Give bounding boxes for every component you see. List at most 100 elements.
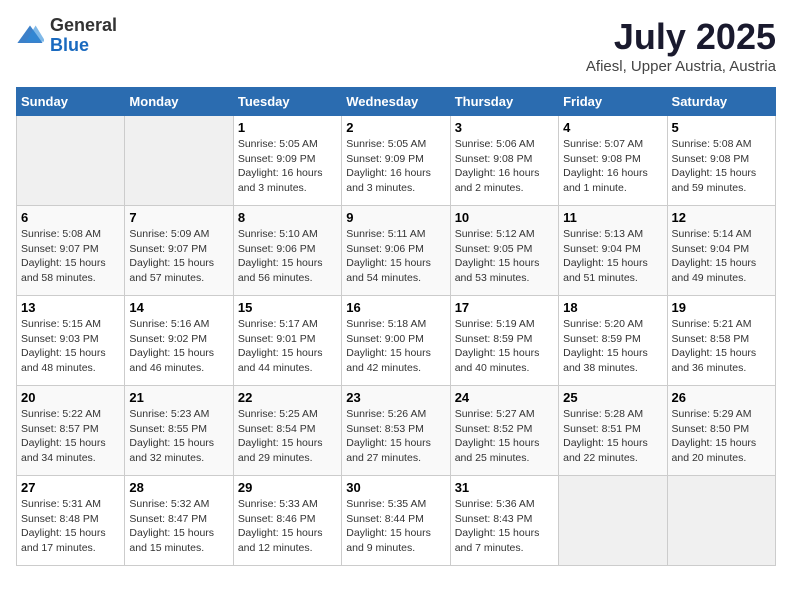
day-detail: Sunrise: 5:18 AM Sunset: 9:00 PM Dayligh… xyxy=(346,317,445,376)
calendar-header-row: SundayMondayTuesdayWednesdayThursdayFrid… xyxy=(17,88,776,116)
day-cell: 20 Sunrise: 5:22 AM Sunset: 8:57 PM Dayli… xyxy=(17,386,125,476)
day-detail: Sunrise: 5:08 AM Sunset: 9:08 PM Dayligh… xyxy=(672,137,771,196)
day-cell: 31Sunrise: 5:36 AM Sunset: 8:43 PM Dayli… xyxy=(450,476,558,566)
day-detail: Sunrise: 5:29 AM Sunset: 8:50 PM Dayligh… xyxy=(672,407,771,466)
week-row-4: 27 Sunrise: 5:31 AM Sunset: 8:48 PM Dayli… xyxy=(17,476,776,566)
day-cell: 30 Sunrise: 5:35 AM Sunset: 8:44 PM Dayli… xyxy=(342,476,450,566)
calendar-table: SundayMondayTuesdayWednesdayThursdayFrid… xyxy=(16,87,776,566)
logo-icon xyxy=(16,22,44,50)
header-saturday: Saturday xyxy=(667,88,775,116)
day-cell: 23 Sunrise: 5:26 AM Sunset: 8:53 PM Dayli… xyxy=(342,386,450,476)
day-number: 26 xyxy=(672,390,771,405)
day-cell: 16 Sunrise: 5:18 AM Sunset: 9:00 PM Dayli… xyxy=(342,296,450,386)
day-detail: Sunrise: 5:15 AM Sunset: 9:03 PM Dayligh… xyxy=(21,317,120,376)
day-detail: Sunrise: 5:26 AM Sunset: 8:53 PM Dayligh… xyxy=(346,407,445,466)
day-cell: 18 Sunrise: 5:20 AM Sunset: 8:59 PM Dayli… xyxy=(559,296,667,386)
calendar-title: July 2025 xyxy=(586,16,776,58)
day-detail: Sunrise: 5:20 AM Sunset: 8:59 PM Dayligh… xyxy=(563,317,662,376)
day-detail: Sunrise: 5:07 AM Sunset: 9:08 PM Dayligh… xyxy=(563,137,662,196)
day-detail: Sunrise: 5:21 AM Sunset: 8:58 PM Dayligh… xyxy=(672,317,771,376)
day-number: 7 xyxy=(129,210,228,225)
day-cell: 15 Sunrise: 5:17 AM Sunset: 9:01 PM Dayli… xyxy=(233,296,341,386)
day-number: 28 xyxy=(129,480,228,495)
day-cell: 28 Sunrise: 5:32 AM Sunset: 8:47 PM Dayli… xyxy=(125,476,233,566)
day-cell: 1Sunrise: 5:05 AM Sunset: 9:09 PM Daylig… xyxy=(233,116,341,206)
day-cell xyxy=(667,476,775,566)
day-cell: 2Sunrise: 5:05 AM Sunset: 9:09 PM Daylig… xyxy=(342,116,450,206)
day-cell: 10 Sunrise: 5:12 AM Sunset: 9:05 PM Dayli… xyxy=(450,206,558,296)
day-cell: 14 Sunrise: 5:16 AM Sunset: 9:02 PM Dayli… xyxy=(125,296,233,386)
day-number: 18 xyxy=(563,300,662,315)
day-cell: 11Sunrise: 5:13 AM Sunset: 9:04 PM Dayli… xyxy=(559,206,667,296)
day-detail: Sunrise: 5:19 AM Sunset: 8:59 PM Dayligh… xyxy=(455,317,554,376)
day-number: 21 xyxy=(129,390,228,405)
day-cell: 29 Sunrise: 5:33 AM Sunset: 8:46 PM Dayli… xyxy=(233,476,341,566)
day-cell: 26 Sunrise: 5:29 AM Sunset: 8:50 PM Dayli… xyxy=(667,386,775,476)
logo: General Blue xyxy=(16,16,117,56)
day-detail: Sunrise: 5:28 AM Sunset: 8:51 PM Dayligh… xyxy=(563,407,662,466)
header-tuesday: Tuesday xyxy=(233,88,341,116)
day-number: 19 xyxy=(672,300,771,315)
day-cell: 13 Sunrise: 5:15 AM Sunset: 9:03 PM Dayli… xyxy=(17,296,125,386)
day-number: 25 xyxy=(563,390,662,405)
day-detail: Sunrise: 5:05 AM Sunset: 9:09 PM Dayligh… xyxy=(346,137,445,196)
day-number: 6 xyxy=(21,210,120,225)
day-number: 29 xyxy=(238,480,337,495)
day-number: 9 xyxy=(346,210,445,225)
day-cell: 19 Sunrise: 5:21 AM Sunset: 8:58 PM Dayli… xyxy=(667,296,775,386)
day-number: 13 xyxy=(21,300,120,315)
day-detail: Sunrise: 5:06 AM Sunset: 9:08 PM Dayligh… xyxy=(455,137,554,196)
day-cell: 12 Sunrise: 5:14 AM Sunset: 9:04 PM Dayli… xyxy=(667,206,775,296)
day-detail: Sunrise: 5:35 AM Sunset: 8:44 PM Dayligh… xyxy=(346,497,445,556)
day-number: 30 xyxy=(346,480,445,495)
week-row-0: 1Sunrise: 5:05 AM Sunset: 9:09 PM Daylig… xyxy=(17,116,776,206)
week-row-3: 20 Sunrise: 5:22 AM Sunset: 8:57 PM Dayli… xyxy=(17,386,776,476)
day-number: 16 xyxy=(346,300,445,315)
page-header: General Blue July 2025 Afiesl, Upper Aus… xyxy=(16,16,776,75)
day-detail: Sunrise: 5:12 AM Sunset: 9:05 PM Dayligh… xyxy=(455,227,554,286)
header-sunday: Sunday xyxy=(17,88,125,116)
day-number: 8 xyxy=(238,210,337,225)
day-detail: Sunrise: 5:25 AM Sunset: 8:54 PM Dayligh… xyxy=(238,407,337,466)
day-detail: Sunrise: 5:31 AM Sunset: 8:48 PM Dayligh… xyxy=(21,497,120,556)
day-number: 14 xyxy=(129,300,228,315)
logo-blue-text: Blue xyxy=(50,36,117,56)
header-friday: Friday xyxy=(559,88,667,116)
day-number: 12 xyxy=(672,210,771,225)
day-cell: 6 Sunrise: 5:08 AM Sunset: 9:07 PM Daylig… xyxy=(17,206,125,296)
day-number: 27 xyxy=(21,480,120,495)
day-cell: 24Sunrise: 5:27 AM Sunset: 8:52 PM Dayli… xyxy=(450,386,558,476)
header-thursday: Thursday xyxy=(450,88,558,116)
day-detail: Sunrise: 5:10 AM Sunset: 9:06 PM Dayligh… xyxy=(238,227,337,286)
day-number: 10 xyxy=(455,210,554,225)
day-cell: 8 Sunrise: 5:10 AM Sunset: 9:06 PM Daylig… xyxy=(233,206,341,296)
day-detail: Sunrise: 5:32 AM Sunset: 8:47 PM Dayligh… xyxy=(129,497,228,556)
week-row-2: 13 Sunrise: 5:15 AM Sunset: 9:03 PM Dayli… xyxy=(17,296,776,386)
day-number: 20 xyxy=(21,390,120,405)
day-detail: Sunrise: 5:14 AM Sunset: 9:04 PM Dayligh… xyxy=(672,227,771,286)
day-detail: Sunrise: 5:33 AM Sunset: 8:46 PM Dayligh… xyxy=(238,497,337,556)
day-detail: Sunrise: 5:08 AM Sunset: 9:07 PM Dayligh… xyxy=(21,227,120,286)
day-detail: Sunrise: 5:36 AM Sunset: 8:43 PM Dayligh… xyxy=(455,497,554,556)
day-detail: Sunrise: 5:17 AM Sunset: 9:01 PM Dayligh… xyxy=(238,317,337,376)
header-monday: Monday xyxy=(125,88,233,116)
day-cell: 4Sunrise: 5:07 AM Sunset: 9:08 PM Daylig… xyxy=(559,116,667,206)
day-number: 15 xyxy=(238,300,337,315)
day-cell: 3 Sunrise: 5:06 AM Sunset: 9:08 PM Daylig… xyxy=(450,116,558,206)
day-number: 23 xyxy=(346,390,445,405)
day-number: 17 xyxy=(455,300,554,315)
day-detail: Sunrise: 5:16 AM Sunset: 9:02 PM Dayligh… xyxy=(129,317,228,376)
header-wednesday: Wednesday xyxy=(342,88,450,116)
title-block: July 2025 Afiesl, Upper Austria, Austria xyxy=(586,16,776,75)
day-detail: Sunrise: 5:09 AM Sunset: 9:07 PM Dayligh… xyxy=(129,227,228,286)
day-cell: 22 Sunrise: 5:25 AM Sunset: 8:54 PM Dayli… xyxy=(233,386,341,476)
day-detail: Sunrise: 5:11 AM Sunset: 9:06 PM Dayligh… xyxy=(346,227,445,286)
day-cell: 17 Sunrise: 5:19 AM Sunset: 8:59 PM Dayli… xyxy=(450,296,558,386)
day-number: 3 xyxy=(455,120,554,135)
day-detail: Sunrise: 5:23 AM Sunset: 8:55 PM Dayligh… xyxy=(129,407,228,466)
day-detail: Sunrise: 5:22 AM Sunset: 8:57 PM Dayligh… xyxy=(21,407,120,466)
day-cell: 27 Sunrise: 5:31 AM Sunset: 8:48 PM Dayli… xyxy=(17,476,125,566)
day-number: 22 xyxy=(238,390,337,405)
day-cell xyxy=(17,116,125,206)
week-row-1: 6 Sunrise: 5:08 AM Sunset: 9:07 PM Daylig… xyxy=(17,206,776,296)
